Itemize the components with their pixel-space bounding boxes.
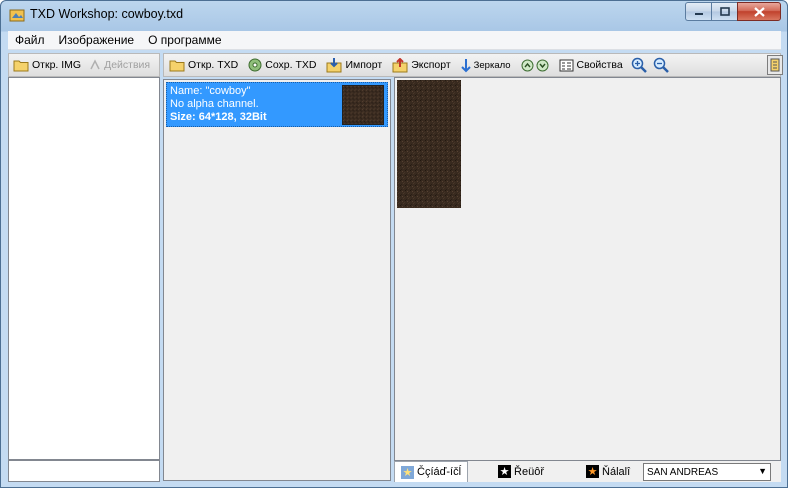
move-down-button[interactable] [535,59,554,72]
maximize-button[interactable] [711,2,737,21]
tab-third-label: Ňálalî [602,465,631,478]
texture-thumbnail [342,85,384,125]
game-version-select[interactable]: SAN ANDREAS ▼ [643,463,771,481]
game-version-value: SAN ANDREAS [647,466,719,478]
star-icon: ★ [586,465,600,478]
img-toolbar: Откр. IMG Действия [8,53,160,77]
app-window: TXD Workshop: cowboy.txd Файл Изображени… [0,0,788,488]
app-icon [9,9,25,22]
title-bar[interactable]: TXD Workshop: cowboy.txd [1,1,787,29]
tab-second[interactable]: ★ Řeüôř [492,461,550,482]
open-img-label: Откр. IMG [32,59,82,71]
maximize-icon [719,7,730,16]
open-txd-label: Откр. TXD [188,59,239,71]
menu-bar: Файл Изображение О программе [8,31,781,50]
txd-toolbar: Откр. TXD Сохр. TXD Импорт Экспорт Зерка… [163,53,781,77]
disc-icon [248,58,262,72]
menu-file[interactable]: Файл [8,33,52,47]
open-img-button[interactable]: Откр. IMG [9,59,85,72]
mirror-button[interactable]: Зеркало [456,58,516,73]
minimize-icon [694,12,703,15]
properties-icon [559,59,574,71]
export-icon [392,57,408,72]
actions-icon [90,59,100,70]
tab-second-label: Řeüôř [514,465,545,478]
folder-icon [169,60,185,71]
menu-about[interactable]: О программе [141,33,228,47]
actions-button[interactable]: Действия [85,59,154,71]
circle-down-icon [536,59,549,71]
zoom-out-icon [653,57,669,73]
mirror-label: Зеркало [473,59,511,71]
import-button[interactable]: Импорт [321,57,387,73]
texture-alpha: No alpha channel. [170,98,259,110]
img-file-list[interactable] [8,77,160,460]
texture-size: Size: 64*128, 32Bit [170,111,267,123]
properties-label: Свойства [576,59,623,71]
tab-background-label: Čçíáď-íčĺ [417,466,462,478]
zoom-out-button[interactable] [650,57,672,73]
texture-name: Name: "cowboy" [170,85,251,97]
import-label: Импорт [345,59,383,71]
export-label: Экспорт [411,59,451,71]
save-txd-label: Сохр. TXD [265,59,317,71]
close-icon [753,6,765,17]
actions-label: Действия [104,59,151,71]
zoom-in-button[interactable] [628,57,650,73]
chevron-down-icon: ▼ [758,466,767,476]
texture-preview[interactable] [394,77,781,461]
folder-icon [13,60,29,71]
export-button[interactable]: Экспорт [387,57,455,73]
zoom-in-icon [631,57,647,73]
texture-list[interactable]: Name: "cowboy" No alpha channel. Size: 6… [163,79,391,481]
star-icon: ★ [498,465,512,478]
panel-icon [770,58,780,72]
window-controls [685,2,781,21]
import-icon [326,57,342,72]
minimize-button[interactable] [685,2,711,21]
window-title: TXD Workshop: cowboy.txd [30,7,184,21]
save-txd-button[interactable]: Сохр. TXD [243,58,321,72]
menu-image[interactable]: Изображение [52,33,142,47]
tab-third[interactable]: ★ Ňálalî [580,461,636,482]
img-search-field[interactable] [8,460,160,482]
properties-button[interactable]: Свойства [554,59,628,72]
down-arrow-icon [460,58,471,72]
move-up-button[interactable] [516,59,535,72]
side-panel-toggle[interactable] [767,55,783,75]
circle-up-icon [521,59,534,71]
texture-list-item[interactable]: Name: "cowboy" No alpha channel. Size: 6… [166,82,388,127]
star-icon: ★ [401,465,414,479]
open-txd-button[interactable]: Откр. TXD [164,59,243,72]
tab-background[interactable]: ★ Čçíáď-íčĺ [394,461,469,482]
close-button[interactable] [737,2,781,21]
texture-image [397,80,461,208]
